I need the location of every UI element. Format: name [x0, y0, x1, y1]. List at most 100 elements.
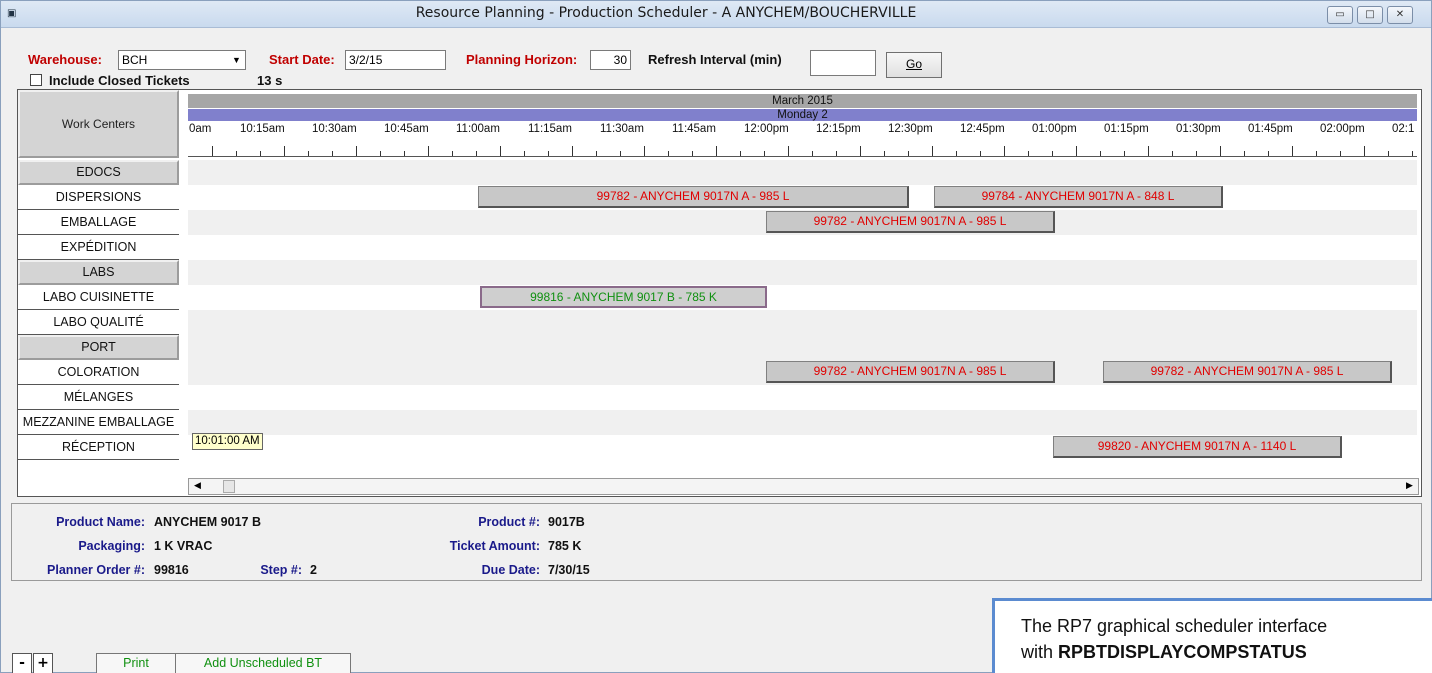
time-label: 12:00pm [744, 123, 789, 135]
start-date-input[interactable]: 3/2/15 [345, 50, 446, 70]
time-tick [356, 146, 357, 156]
time-tick [740, 151, 741, 156]
work-center-group[interactable]: LABS [18, 260, 179, 285]
time-tick [812, 151, 813, 156]
work-center-row[interactable]: MEZZANINE EMBALLAGE [18, 410, 179, 435]
time-label: 10:15am [240, 123, 285, 135]
scheduled-ticket-bar-selected[interactable]: 99816 - ANYCHEM 9017 B - 785 K [480, 286, 767, 308]
work-center-row[interactable]: LABO CUISINETTE [18, 285, 179, 310]
chevron-down-icon[interactable]: ▼ [228, 51, 245, 69]
due-date-value: 7/30/15 [548, 563, 590, 577]
time-tick [692, 151, 693, 156]
ticket-amount-value: 785 K [548, 539, 582, 553]
schedule-lane [188, 285, 1417, 310]
time-tick [1412, 151, 1413, 156]
product-name-value: ANYCHEM 9017 B [154, 515, 261, 529]
scroll-right-icon[interactable]: ▶ [1401, 479, 1418, 494]
time-tick [908, 151, 909, 156]
time-tick [596, 151, 597, 156]
time-tick [1268, 151, 1269, 156]
horizontal-scrollbar[interactable]: ◀ ▶ [188, 478, 1419, 495]
time-label: 12:45pm [960, 123, 1005, 135]
time-tick [572, 146, 573, 156]
time-tick [644, 146, 645, 156]
warehouse-label: Warehouse: [28, 52, 102, 67]
time-tick [1196, 151, 1197, 156]
work-center-row[interactable]: MÉLANGES [18, 385, 179, 410]
time-label: 12:15pm [816, 123, 861, 135]
time-tick [548, 151, 549, 156]
time-tick [284, 146, 285, 156]
planning-horizon-input[interactable]: 30 [590, 50, 631, 70]
scheduled-ticket-bar[interactable]: 99782 - ANYCHEM 9017N A - 985 L [766, 361, 1055, 383]
scheduler-grid: Work Centers March 2015 Monday 2 0am 10:1… [17, 89, 1422, 497]
print-button[interactable]: Print [96, 653, 176, 673]
schedule-lane [188, 235, 1417, 260]
time-tick [1340, 151, 1341, 156]
time-tick [236, 151, 237, 156]
work-center-row[interactable]: COLORATION [18, 360, 179, 385]
window-title: Resource Planning - Production Scheduler… [415, 5, 917, 21]
warehouse-combo[interactable]: BCH ▼ [118, 50, 246, 70]
time-tick [716, 146, 717, 156]
planning-horizon-label: Planning Horizon: [466, 52, 578, 67]
time-tick [1148, 146, 1149, 156]
time-tick [1004, 146, 1005, 156]
work-center-row[interactable]: DISPERSIONS [18, 185, 179, 210]
scheduled-ticket-bar[interactable]: 99784 - ANYCHEM 9017N A - 848 L [934, 186, 1223, 208]
planner-order-value: 99816 [154, 563, 189, 577]
work-centers-header: Work Centers [18, 90, 179, 158]
time-tick [524, 151, 525, 156]
packaging-value: 1 K VRAC [154, 539, 213, 553]
time-label: 01:30pm [1176, 123, 1221, 135]
work-center-group[interactable]: PORT [18, 335, 179, 360]
start-date-label: Start Date: [269, 52, 335, 67]
warehouse-value: BCH [122, 53, 148, 67]
ticket-details-panel: Product Name: ANYCHEM 9017 B Packaging: … [11, 503, 1422, 581]
work-center-empty [18, 460, 179, 496]
work-center-row[interactable]: EXPÉDITION [18, 235, 179, 260]
work-center-row[interactable]: EMBALLAGE [18, 210, 179, 235]
scheduled-ticket-bar[interactable]: 99782 - ANYCHEM 9017N A - 985 L [1103, 361, 1392, 383]
refresh-interval-input[interactable] [810, 50, 876, 76]
include-closed-label: Include Closed Tickets [49, 73, 190, 88]
close-button[interactable]: ✕ [1387, 6, 1413, 24]
work-center-row[interactable]: LABO QUALITÉ [18, 310, 179, 335]
time-tick [1220, 146, 1221, 156]
timeline-month: March 2015 [188, 94, 1417, 108]
time-label: 01:00pm [1032, 123, 1077, 135]
minimize-button[interactable]: ▭ [1327, 6, 1353, 24]
time-tick [1316, 151, 1317, 156]
time-tick [620, 151, 621, 156]
scheduler-window: ▣ Resource Planning - Production Schedul… [0, 0, 1432, 673]
time-tick [884, 151, 885, 156]
go-button[interactable]: Go [886, 52, 942, 78]
scheduled-ticket-bar[interactable]: 99782 - ANYCHEM 9017N A - 985 L [478, 186, 909, 208]
work-center-group[interactable]: EDOCS [18, 160, 179, 185]
elapsed-time: 13 s [257, 73, 283, 88]
time-label: 10:45am [384, 123, 429, 135]
scroll-left-icon[interactable]: ◀ [189, 479, 206, 494]
include-closed-checkbox[interactable] [30, 74, 42, 86]
caption-callout: The RP7 graphical scheduler interface wi… [992, 598, 1432, 673]
time-tick [1124, 151, 1125, 156]
time-tick [332, 151, 333, 156]
timeline-day: Monday 2 [188, 109, 1417, 121]
caption-prefix: with [1021, 642, 1054, 662]
time-label: 02:1 [1392, 123, 1415, 135]
scroll-thumb[interactable] [223, 480, 235, 493]
scheduled-ticket-bar[interactable]: 99782 - ANYCHEM 9017N A - 985 L [766, 211, 1055, 233]
zoom-in-button[interactable]: + [33, 653, 53, 673]
maximize-button[interactable]: □ [1357, 6, 1383, 24]
time-tick [668, 151, 669, 156]
time-tick [1244, 151, 1245, 156]
zoom-out-button[interactable]: - [12, 653, 32, 673]
add-unscheduled-button[interactable]: Add Unscheduled BT [175, 653, 351, 673]
title-bar[interactable]: ▣ Resource Planning - Production Schedul… [1, 1, 1431, 28]
time-label: 11:30am [600, 123, 644, 135]
time-tick [1388, 151, 1389, 156]
time-label: 11:00am [456, 123, 500, 135]
scheduled-ticket-bar[interactable]: 99820 - ANYCHEM 9017N A - 1140 L [1053, 436, 1342, 458]
refresh-interval-label: Refresh Interval (min) [648, 52, 782, 67]
work-center-row[interactable]: RÉCEPTION [18, 435, 179, 460]
